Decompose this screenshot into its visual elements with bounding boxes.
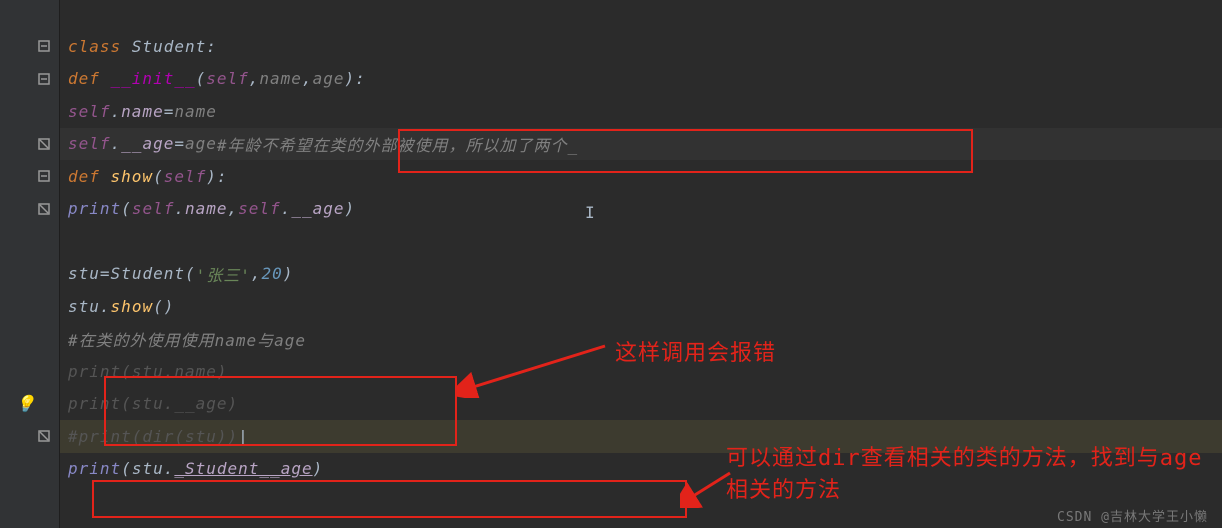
expand-icon[interactable] [37,429,51,443]
dot: . [281,199,292,218]
code-line[interactable]: print(stu._Student__age) [60,453,1222,486]
attribute: name [185,199,228,218]
variable: stu [68,264,100,283]
dot: . [164,459,175,478]
number: 20 [262,264,283,283]
paren: ( [121,199,132,218]
dot: . [100,297,111,316]
collapse-icon[interactable] [37,169,51,183]
dimmed-code: #print(dir(stu)) [68,427,238,446]
code-editor: 💡 class Student: def __init__(self,name,… [0,0,1222,528]
self: self [68,102,111,121]
code-line-empty[interactable] [60,225,1222,258]
paren: ) [344,69,355,88]
watermark: CSDN @吉林大学王小懒 [1057,506,1208,525]
code-line[interactable]: self.__age=age #年龄不希望在类的外部被使用，所以加了两个_ [60,128,1222,161]
mangled-attr: _Student__age [174,459,312,478]
param: age [185,134,217,153]
comma: , [228,199,239,218]
class-name: Student [132,37,206,56]
attribute: __age [121,134,174,153]
dot: . [111,102,122,121]
code-line[interactable]: print(self.name,self.__age) [60,193,1222,226]
paren: ( [185,264,196,283]
paren: ) [345,199,356,218]
fold-control[interactable] [0,193,59,226]
code-content[interactable]: class Student: def __init__(self,name,ag… [60,0,1222,528]
keyword: def [68,167,111,186]
paren: ( [196,69,207,88]
magic-method: __init__ [111,69,196,88]
paren: ( [153,167,164,186]
self: self [68,134,111,153]
param: name [259,69,302,88]
code-line-current[interactable]: #print(dir(stu))| [60,420,1222,453]
text-cursor-icon: I [585,203,595,222]
equals: = [174,134,185,153]
bulb-icon[interactable]: 💡 [16,394,36,413]
equals: = [100,264,111,283]
comma: , [302,69,313,88]
attribute: name [121,102,164,121]
code-line[interactable]: def show(self): [60,160,1222,193]
param: age [313,69,345,88]
equals: = [164,102,175,121]
expand-icon[interactable] [37,202,51,216]
builtin: print [68,199,121,218]
text-caret: | [238,427,249,446]
class-call: Student [111,264,185,283]
dot: . [111,134,122,153]
string: '张三' [196,262,251,286]
collapse-icon[interactable] [37,39,51,53]
fold-control[interactable] [0,128,59,161]
comma: , [251,264,262,283]
colon: : [206,37,217,56]
paren: ) [283,264,294,283]
comment: #年龄不希望在类的外部被使用，所以加了两个_ [217,132,578,156]
expand-icon[interactable] [37,137,51,151]
paren: ( [121,459,132,478]
colon: : [217,167,228,186]
code-line[interactable]: def __init__(self,name,age): [60,63,1222,96]
self: self [132,199,175,218]
fold-control[interactable] [0,160,59,193]
collapse-icon[interactable] [37,72,51,86]
variable: stu [68,297,100,316]
dimmed-code: print(stu.__age) [68,394,238,413]
fold-control[interactable] [0,63,59,96]
keyword: def [68,69,111,88]
builtin: print [68,459,121,478]
dimmed-code: print(stu.name) [68,362,228,381]
method: show [111,297,154,316]
keyword: class [68,37,132,56]
paren: ) [313,459,324,478]
dot: . [174,199,185,218]
fold-control[interactable] [0,30,59,63]
function-name: show [111,167,154,186]
self: self [164,167,207,186]
paren: ) [206,167,217,186]
attribute: __age [291,199,344,218]
fold-control[interactable] [0,420,59,453]
parens: () [153,297,174,316]
comma: , [249,69,260,88]
self: self [206,69,249,88]
gutter: 💡 [0,0,60,528]
code-line[interactable]: self.name=name [60,95,1222,128]
code-line[interactable]: print(stu.__age) [60,388,1222,421]
code-line[interactable]: stu=Student('张三',20) [60,258,1222,291]
variable: stu [132,459,164,478]
param: name [174,102,217,121]
comment: #在类的外使用使用name与age [68,327,306,351]
code-line[interactable]: class Student: [60,30,1222,63]
code-line[interactable]: print(stu.name) [60,355,1222,388]
self: self [238,199,281,218]
code-line[interactable]: stu.show() [60,290,1222,323]
colon: : [355,69,366,88]
code-line[interactable]: #在类的外使用使用name与age [60,323,1222,356]
